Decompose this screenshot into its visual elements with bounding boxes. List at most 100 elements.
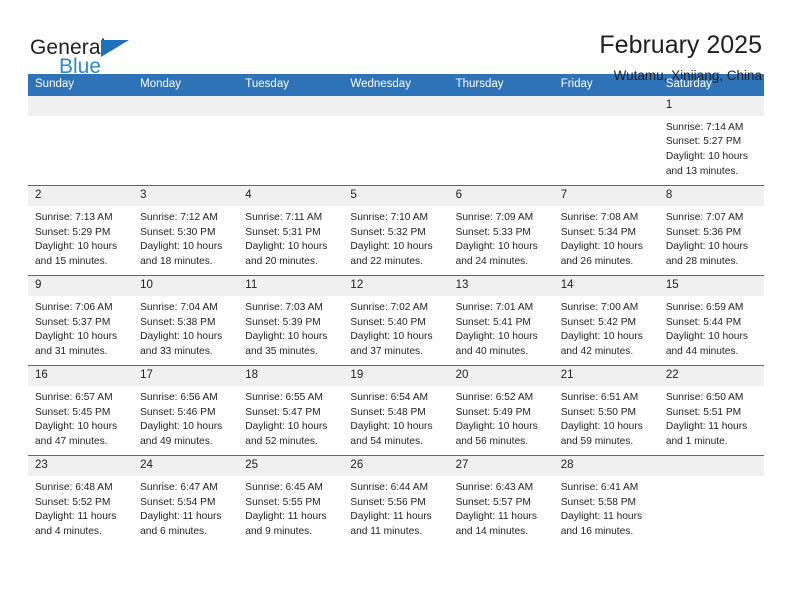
calendar-day-cell[interactable]: 4 Sunrise: 7:11 AM Sunset: 5:31 PM Daylight… — [238, 185, 344, 276]
calendar-day-cell[interactable]: 8 Sunrise: 7:07 AM Sunset: 5:36 PM Daylight… — [658, 185, 764, 276]
calendar-day-cell[interactable]: 22 Sunrise: 6:50 AM Sunset: 5:51 PM Dayligh… — [658, 365, 764, 456]
calendar-day-cell[interactable]: 13 Sunrise: 7:01 AM Sunset: 5:41 PM Dayligh… — [448, 275, 554, 366]
daylight-text: Daylight: 11 hours and 14 minutes. — [455, 511, 537, 538]
calendar-day-cell[interactable]: 7 Sunrise: 7:08 AM Sunset: 5:34 PM Daylight… — [553, 185, 659, 276]
daylight-text: Daylight: 10 hours and 59 minutes. — [560, 421, 643, 448]
day-number: 16 — [28, 366, 134, 386]
calendar-day-cell[interactable]: 17 Sunrise: 6:56 AM Sunset: 5:46 PM Dayligh… — [133, 365, 239, 456]
day-details: Sunrise: 6:44 AM Sunset: 5:56 PM Daylight:… — [343, 476, 448, 540]
calendar-day-cell[interactable]: 27 Sunrise: 6:43 AM Sunset: 5:57 PM Dayligh… — [448, 455, 554, 546]
sunrise-text: Sunrise: 6:48 AM — [35, 482, 113, 493]
day-number: 17 — [133, 366, 239, 386]
daylight-text: Daylight: 10 hours and 56 minutes. — [455, 421, 538, 448]
calendar-day-cell[interactable]: 1 Sunrise: 7:14 AM Sunset: 5:27 PM Daylight… — [658, 95, 764, 186]
calendar-day-cell-empty — [28, 95, 134, 186]
day-details: Sunrise: 7:08 AM Sunset: 5:34 PM Daylight:… — [554, 206, 659, 270]
day-number — [553, 95, 659, 116]
daylight-text: Daylight: 10 hours and 22 minutes. — [350, 241, 433, 268]
day-number: 9 — [28, 276, 134, 296]
calendar-day-cell[interactable]: 16 Sunrise: 6:57 AM Sunset: 5:45 PM Dayligh… — [28, 365, 134, 456]
daylight-text: Daylight: 10 hours and 54 minutes. — [350, 421, 433, 448]
daylight-text: Daylight: 10 hours and 52 minutes. — [245, 421, 328, 448]
calendar-day-cell[interactable]: 15 Sunrise: 6:59 AM Sunset: 5:44 PM Dayligh… — [658, 275, 764, 366]
day-details: Sunrise: 7:13 AM Sunset: 5:29 PM Daylight:… — [28, 206, 133, 270]
daylight-text: Daylight: 10 hours and 31 minutes. — [35, 331, 118, 358]
daylight-text: Daylight: 10 hours and 18 minutes. — [140, 241, 223, 268]
day-number: 3 — [133, 186, 239, 206]
sunrise-text: Sunrise: 7:13 AM — [35, 212, 113, 223]
title-block: February 2025 Wutamu, Xinjiang, China — [599, 31, 764, 83]
daylight-text: Daylight: 11 hours and 4 minutes. — [35, 511, 117, 538]
day-number: 12 — [343, 276, 449, 296]
calendar-day-cell[interactable]: 12 Sunrise: 7:02 AM Sunset: 5:40 PM Dayligh… — [343, 275, 449, 366]
sunrise-text: Sunrise: 6:43 AM — [455, 482, 534, 493]
calendar-day-cell-empty — [133, 95, 239, 186]
day-number: 10 — [133, 276, 239, 296]
day-number: 7 — [553, 186, 659, 206]
sunrise-text: Sunrise: 7:04 AM — [140, 302, 218, 313]
daylight-text: Daylight: 10 hours and 44 minutes. — [665, 331, 748, 358]
general-blue-logo: General Blue — [28, 32, 158, 80]
sunrise-text: Sunrise: 7:06 AM — [35, 302, 113, 313]
sunset-text: Sunset: 5:30 PM — [140, 226, 216, 238]
day-number: 21 — [553, 366, 659, 386]
day-number: 25 — [238, 456, 344, 476]
calendar-day-cell[interactable]: 20 Sunrise: 6:52 AM Sunset: 5:49 PM Dayligh… — [448, 365, 554, 456]
sunset-text: Sunset: 5:34 PM — [560, 226, 637, 238]
sunset-text: Sunset: 5:55 PM — [245, 496, 321, 508]
calendar-day-cell[interactable]: 3 Sunrise: 7:12 AM Sunset: 5:30 PM Daylight… — [133, 185, 239, 276]
day-details: Sunrise: 6:47 AM Sunset: 5:54 PM Daylight:… — [133, 476, 238, 540]
calendar-day-cell[interactable]: 21 Sunrise: 6:51 AM Sunset: 5:50 PM Dayligh… — [553, 365, 659, 456]
daylight-text: Daylight: 10 hours and 35 minutes. — [245, 331, 328, 358]
daylight-text: Daylight: 11 hours and 1 minute. — [665, 421, 748, 448]
sunrise-text: Sunrise: 7:11 AM — [245, 212, 323, 223]
day-details: Sunrise: 7:02 AM Sunset: 5:40 PM Daylight:… — [343, 296, 448, 360]
calendar-day-cell-empty — [238, 95, 344, 186]
calendar-day-cell[interactable]: 11 Sunrise: 7:03 AM Sunset: 5:39 PM Dayligh… — [238, 275, 344, 366]
sunrise-text: Sunrise: 6:56 AM — [140, 392, 218, 403]
calendar-day-cell[interactable]: 14 Sunrise: 7:00 AM Sunset: 5:42 PM Dayligh… — [553, 275, 659, 366]
calendar-day-cell[interactable]: 10 Sunrise: 7:04 AM Sunset: 5:38 PM Dayligh… — [133, 275, 239, 366]
day-number: 26 — [343, 456, 449, 476]
day-number: 28 — [553, 456, 659, 476]
day-details: Sunrise: 6:41 AM Sunset: 5:58 PM Daylight:… — [554, 476, 659, 540]
daylight-text: Daylight: 10 hours and 15 minutes. — [35, 241, 118, 268]
day-details: Sunrise: 7:04 AM Sunset: 5:38 PM Daylight:… — [133, 296, 238, 360]
daylight-text: Daylight: 10 hours and 26 minutes. — [560, 241, 643, 268]
weekday-header-wednesday: Wednesday — [343, 74, 449, 96]
day-number: 22 — [658, 366, 764, 386]
calendar-day-cell-empty — [448, 95, 554, 186]
sunrise-text: Sunrise: 6:51 AM — [560, 392, 639, 403]
day-details: Sunrise: 7:09 AM Sunset: 5:33 PM Daylight:… — [449, 206, 554, 270]
calendar-day-cell[interactable]: 24 Sunrise: 6:47 AM Sunset: 5:54 PM Dayligh… — [133, 455, 239, 546]
day-number: 20 — [448, 366, 554, 386]
calendar-day-cell[interactable]: 9 Sunrise: 7:06 AM Sunset: 5:37 PM Daylight… — [28, 275, 134, 366]
sunset-text: Sunset: 5:41 PM — [455, 316, 531, 328]
sunrise-text: Sunrise: 6:55 AM — [245, 392, 323, 403]
calendar-day-cell[interactable]: 25 Sunrise: 6:45 AM Sunset: 5:55 PM Dayligh… — [238, 455, 344, 546]
sunrise-text: Sunrise: 7:07 AM — [665, 212, 744, 223]
calendar-day-cell[interactable]: 19 Sunrise: 6:54 AM Sunset: 5:48 PM Dayligh… — [343, 365, 449, 456]
sunset-text: Sunset: 5:48 PM — [350, 406, 426, 418]
sunset-text: Sunset: 5:46 PM — [140, 406, 216, 418]
sunrise-text: Sunrise: 7:08 AM — [560, 212, 639, 223]
daylight-text: Daylight: 10 hours and 49 minutes. — [140, 421, 223, 448]
calendar-day-cell[interactable]: 28 Sunrise: 6:41 AM Sunset: 5:58 PM Dayligh… — [553, 455, 659, 546]
calendar-day-cell[interactable]: 6 Sunrise: 7:09 AM Sunset: 5:33 PM Daylight… — [448, 185, 554, 276]
calendar-day-cell[interactable]: 5 Sunrise: 7:10 AM Sunset: 5:32 PM Daylight… — [343, 185, 449, 276]
sunset-text: Sunset: 5:51 PM — [665, 406, 742, 418]
calendar-day-cell[interactable]: 2 Sunrise: 7:13 AM Sunset: 5:29 PM Daylight… — [28, 185, 134, 276]
day-number: 2 — [28, 186, 134, 206]
day-details: Sunrise: 7:10 AM Sunset: 5:32 PM Daylight:… — [343, 206, 448, 270]
logo-text-blue: Blue — [59, 55, 102, 78]
sunrise-text: Sunrise: 6:45 AM — [245, 482, 323, 493]
sunset-text: Sunset: 5:38 PM — [140, 316, 216, 328]
sunset-text: Sunset: 5:44 PM — [665, 316, 742, 328]
sunset-text: Sunset: 5:49 PM — [455, 406, 531, 418]
daylight-text: Daylight: 10 hours and 33 minutes. — [140, 331, 223, 358]
calendar-week-row: 16 Sunrise: 6:57 AM Sunset: 5:45 PM Dayligh… — [28, 365, 764, 456]
calendar-day-cell[interactable]: 26 Sunrise: 6:44 AM Sunset: 5:56 PM Dayligh… — [343, 455, 449, 546]
day-number: 18 — [238, 366, 344, 386]
calendar-day-cell[interactable]: 23 Sunrise: 6:48 AM Sunset: 5:52 PM Dayligh… — [28, 455, 134, 546]
calendar-day-cell[interactable]: 18 Sunrise: 6:55 AM Sunset: 5:47 PM Dayligh… — [238, 365, 344, 456]
